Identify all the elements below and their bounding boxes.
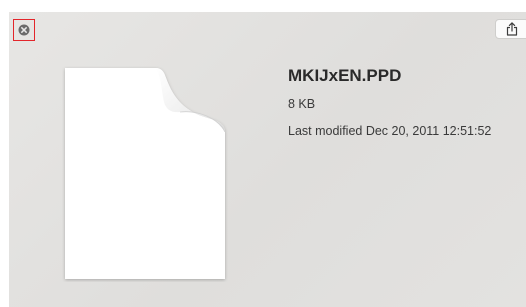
quick-look-window: MKIJxEN.PPD 8 KB Last modified Dec 20, 2… (9, 12, 526, 307)
share-icon (506, 22, 518, 36)
file-size: 8 KB (288, 97, 316, 111)
generic-document-icon (62, 66, 228, 282)
file-name: MKIJxEN.PPD (288, 66, 402, 85)
file-info: MKIJxEN.PPD 8 KB Last modified Dec 20, 2… (288, 66, 491, 138)
close-icon (18, 24, 30, 36)
close-button[interactable] (13, 19, 35, 41)
file-modified-date: Last modified Dec 20, 2011 12:51:52 (288, 124, 492, 138)
share-button[interactable] (495, 19, 526, 39)
